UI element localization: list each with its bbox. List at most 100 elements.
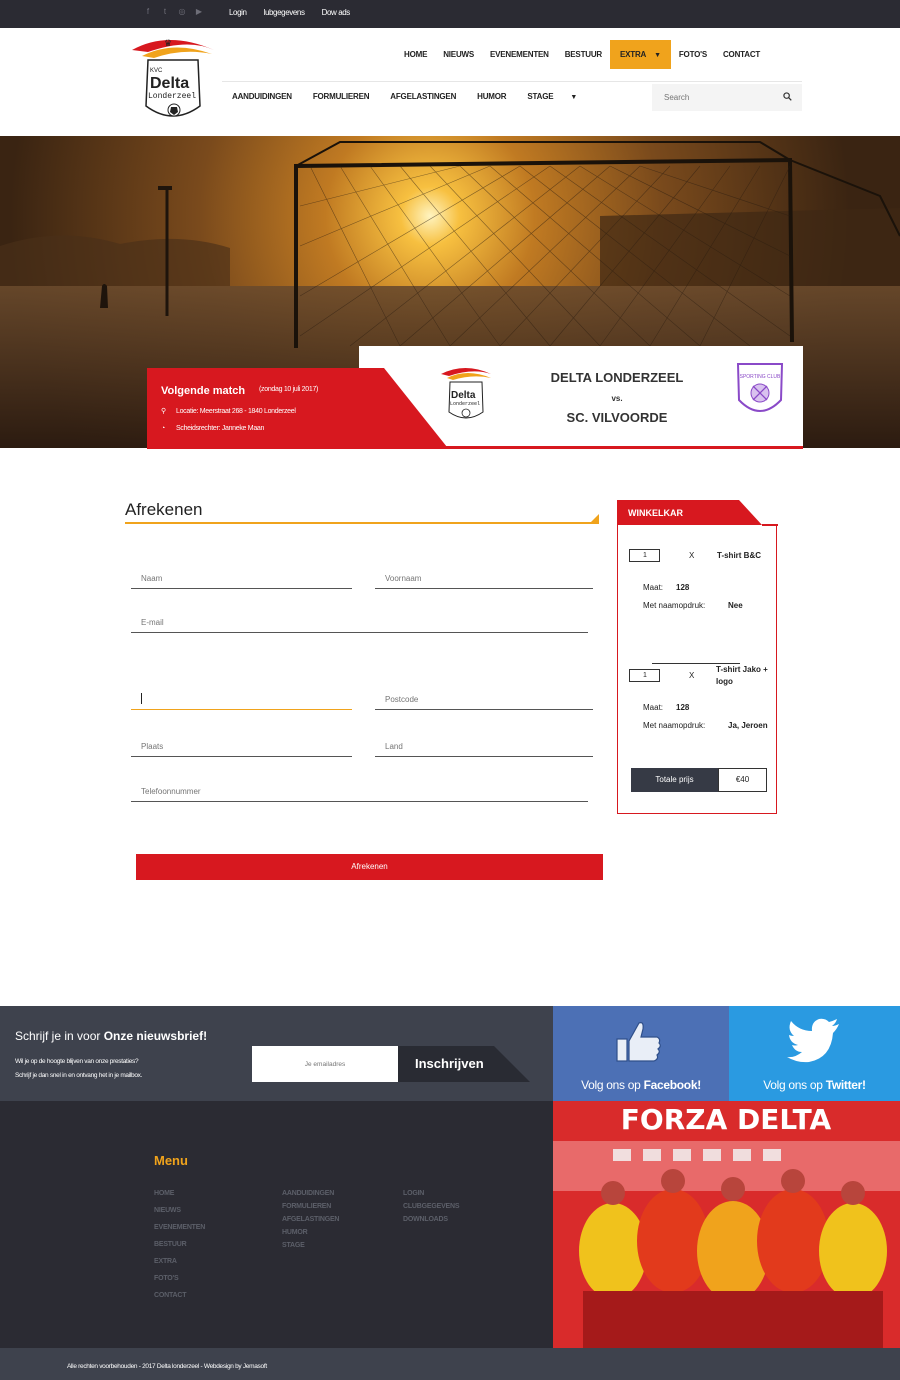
site-header: ♛ KVC Delta Londerzeel HOME NIEUWS EVENE… [0,28,900,136]
versus-label: vs. [611,394,623,403]
cart-item-qty[interactable]: 1 [629,549,660,562]
nav-nieuws[interactable]: NIEUWS [435,40,482,69]
nav-fotos[interactable]: FOTO'S [671,40,715,69]
voornaam-input[interactable] [375,567,593,589]
total-price-label: Totale prijs [631,768,718,792]
copyright-text: Alle rechten voorbehouden - 2017 Delta l… [67,1363,267,1370]
instagram-icon[interactable]: ◎ [178,7,186,16]
top-link-clubgegevens[interactable]: lubgegevens [264,8,305,17]
cart-item-maat-label: Maat: [643,703,664,712]
plaats-input[interactable] [131,735,352,757]
subnav-aanduidingen[interactable]: AANDUIDINGEN [232,88,292,106]
nav-bestuur[interactable]: BESTUUR [557,40,610,69]
logo-top-text: KVC [150,68,163,74]
subnav-formulieren[interactable]: FORMULIEREN [313,88,370,106]
search-input[interactable] [652,84,772,111]
newsletter-email-input[interactable] [252,1046,398,1082]
footer-link-humor[interactable]: HUMOR [282,1229,339,1236]
cart-top-border [761,524,778,526]
footer-link-fotos[interactable]: FOTO'S [154,1275,205,1282]
cart-header: WINKELKAR [617,500,762,525]
footer-link-contact[interactable]: CONTACT [154,1292,205,1299]
nav-extra-label: EXTRA [620,50,647,59]
logo-sub-text: Londerzeel [148,92,196,101]
telefoon-field [131,780,588,802]
thumbs-up-icon [616,1022,661,1062]
total-price-value: €40 [718,768,767,792]
footer-link-nieuws[interactable]: NIEUWS [154,1207,205,1214]
footer-link-downloads[interactable]: DOWNLOADS [403,1216,459,1223]
cart-title: WINKELKAR [628,508,683,518]
cart-item-maat-label: Maat: [643,583,664,592]
plaats-field [131,735,352,757]
logo-main-text: Delta [150,75,189,92]
facebook-follow-box[interactable]: Volg ons op Facebook! [553,1006,729,1101]
sub-nav: AANDUIDINGEN FORMULIEREN AFGELASTINGEN H… [232,88,598,106]
newsletter-subtitle-2: Schrijf je dan snel in en ontvang het in… [15,1072,143,1079]
checkout-title-underline [125,522,599,524]
facebook-follow-pre: Volg ons op [581,1078,641,1092]
postcode-input[interactable] [375,688,593,710]
footer-link-home[interactable]: HOME [154,1190,205,1197]
facebook-icon[interactable]: f [144,7,152,16]
subnav-stage[interactable]: STAGE ▼ [527,88,577,106]
voornaam-field [375,567,593,589]
land-input[interactable] [375,735,593,757]
footer-link-login[interactable]: LOGIN [403,1190,459,1197]
footer-link-evenementen[interactable]: EVENEMENTEN [154,1224,205,1231]
footer-link-extra[interactable]: EXTRA [154,1258,205,1265]
home-team-logo: Delta Londerzeel [441,368,491,419]
footer-link-formulieren[interactable]: FORMULIEREN [282,1203,339,1210]
svg-text:♛: ♛ [164,39,172,49]
cart-item-qty[interactable]: 1 [629,669,660,682]
facebook-follow-label: Volg ons op Facebook! [553,1078,729,1092]
cart-item-maat: 128 [676,583,690,592]
next-match-card: Volgende match (zondag 10 juli 2017) ⚲ Lo… [147,346,803,450]
top-link-downloads[interactable]: Dow ads [322,8,351,17]
email-input[interactable] [131,611,588,633]
nav-extra[interactable]: EXTRA ▼ [610,40,671,69]
main-nav: HOME NIEUWS EVENEMENTEN BESTUUR EXTRA ▼ F… [396,40,768,69]
telefoon-input[interactable] [131,780,588,802]
cart-item-druk-label: Met naamopdruk: [643,721,706,730]
newsletter-email-box [252,1046,398,1082]
twitter-follow-bold: Twitter! [825,1078,866,1092]
nav-contact[interactable]: CONTACT [715,40,768,69]
team-huddle-image: FORZA DELTA [553,1101,900,1348]
forza-delta-title: FORZA DELTA [621,1103,832,1136]
footer-link-clubgegevens[interactable]: CLUBGEGEVENS [403,1203,460,1210]
twitter-icon[interactable]: t [161,7,169,16]
checkout-button[interactable]: Afrekenen [136,854,603,880]
email-field [131,611,588,633]
nav-home[interactable]: HOME [396,40,435,69]
copyright-bar: Alle rechten voorbehouden - 2017 Delta l… [0,1348,900,1380]
nav-divider [222,81,802,82]
footer-link-stage[interactable]: STAGE [282,1242,339,1249]
top-bar: f t ◎ ▶ Login lubgegevens Dow ads [0,0,900,28]
subnav-afgelastingen[interactable]: AFGELASTINGEN [390,88,456,106]
land-field [375,735,593,757]
club-logo[interactable]: ♛ KVC Delta Londerzeel [128,34,218,126]
nav-evenementen[interactable]: EVENEMENTEN [482,40,557,69]
naam-field [131,567,352,589]
newsletter-section: Schrijf je in voor Onze nieuwsbrief! Wil… [0,1006,553,1101]
naam-input[interactable] [131,567,352,589]
search-icon[interactable] [783,92,792,101]
newsletter-title: Schrijf je in voor Onze nieuwsbrief! [15,1029,207,1043]
adres-field [131,688,352,710]
top-link-login[interactable]: Login [229,8,247,17]
twitter-follow-box[interactable]: Volg ons op Twitter! [729,1006,900,1101]
match-location: ⚲ Locatie: Meerstraat 268 - 1840 Londerze… [161,407,296,415]
match-referee: ◔ Scheidsrechter: Janneke Maan [161,425,264,432]
footer-link-aanduidingen[interactable]: AANDUIDINGEN [282,1190,339,1197]
footer-link-afgelastingen[interactable]: AFGELASTINGEN [282,1216,339,1223]
adres-input[interactable] [131,688,352,710]
caret-down-icon: ▼ [654,52,661,59]
footer-link-bestuur[interactable]: BESTUUR [154,1241,205,1248]
forza-delta-banner: FORZA DELTA [553,1101,900,1348]
home-team-name: DELTA LONDERZEEL [550,370,684,385]
location-pin-icon: ⚲ [161,408,166,415]
subnav-humor[interactable]: HUMOR [477,88,506,106]
subscribe-button[interactable]: Inschrijven [398,1046,530,1082]
youtube-icon[interactable]: ▶ [195,7,203,16]
